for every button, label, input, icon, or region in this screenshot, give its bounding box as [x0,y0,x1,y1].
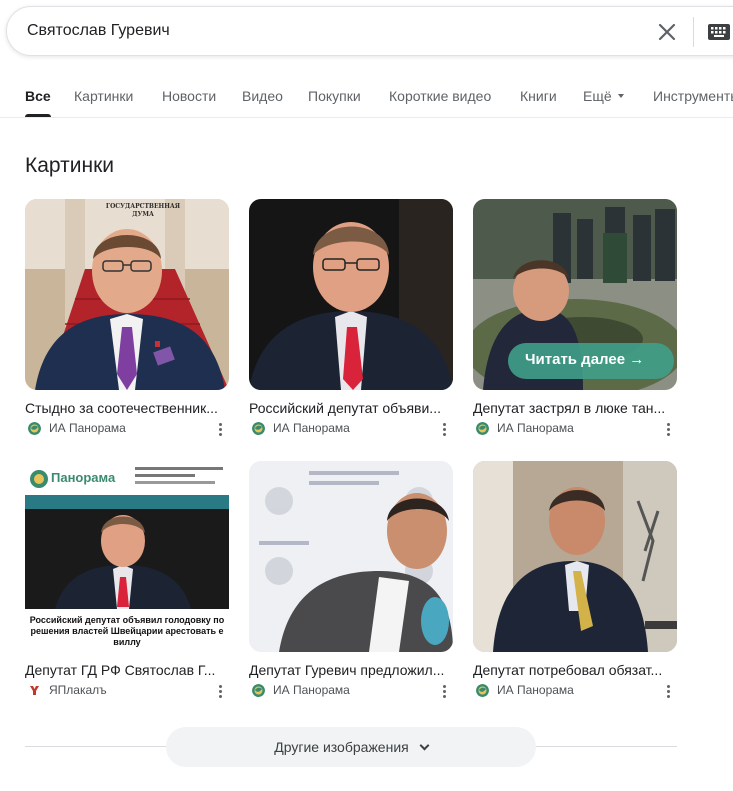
panorama-globe-icon [28,422,41,435]
tab-all[interactable]: Все [25,88,51,104]
tab-images[interactable]: Картинки [74,88,133,104]
panorama-brand: Панорама [51,470,116,485]
image-result-card[interactable]: Депутат Гуревич предложил... ИА Панорама [249,461,453,699]
close-icon[interactable] [655,20,679,44]
chevron-down-icon [419,740,430,751]
more-options-icon[interactable] [664,421,672,437]
panorama-globe-icon [252,422,265,435]
search-input[interactable]: Святослав Гуревич [27,22,170,40]
source-name[interactable]: ИА Панорама [497,683,574,697]
image-caption[interactable]: Стыдно за соотечественник... [25,400,225,416]
panorama-globe-icon [252,684,265,697]
overlay-headline: Российский депутат объявил голодовку по … [29,615,225,647]
search-divider [693,17,694,47]
overlay-line-2: ДУМА [132,211,154,218]
source-name[interactable]: ИА Панорама [49,421,126,435]
images-section-title: Картинки [25,154,114,177]
image-overlay-text: ГОСУДАРСТВЕННАЯ ДУМА [103,203,183,219]
panorama-globe-icon [476,684,489,697]
tab-video[interactable]: Видео [242,88,283,104]
source-name[interactable]: ИА Панорама [273,683,350,697]
tab-more[interactable]: Ещё [583,88,624,104]
image-caption[interactable]: Депутат застрял в люке тан... [473,400,673,416]
image-thumbnail[interactable] [249,461,453,652]
source-name[interactable]: ИА Панорама [497,421,574,435]
tab-tools[interactable]: Инструменты [653,88,733,104]
read-more-overlay: Читать далее → [525,351,645,368]
image-caption[interactable]: Депутат Гуревич предложил... [249,662,449,678]
image-caption[interactable]: Российский депутат объяви... [249,400,449,416]
image-result-card[interactable]: Российский депутат объяви... ИА Панорама [249,199,453,437]
image-result-card[interactable]: ГОСУДАРСТВЕННАЯ ДУМА Стыдно за соотечест… [25,199,229,437]
panorama-globe-icon [476,422,489,435]
image-source-row: ИА Панорама [473,683,677,699]
more-options-icon[interactable] [440,683,448,699]
more-images-button[interactable]: Другие изображения [166,727,536,767]
more-options-icon[interactable] [216,421,224,437]
image-caption[interactable]: Депутат ГД РФ Святослав Г... [25,662,225,678]
keyboard-icon[interactable] [707,21,731,43]
image-thumbnail[interactable] [473,461,677,652]
image-source-row: ИА Панорама [249,421,453,437]
yaplakal-icon [28,684,41,697]
image-source-row: ЯПлакалъ [25,683,229,699]
image-result-card[interactable]: Панорама Российский депутат объявил голо… [25,461,229,699]
tab-shopping[interactable]: Покупки [308,88,361,104]
tab-more-label: Ещё [583,88,612,104]
search-bar[interactable]: Святослав Гуревич [6,6,733,56]
image-thumbnail[interactable]: ГОСУДАРСТВЕННАЯ ДУМА [25,199,229,390]
more-options-icon[interactable] [440,421,448,437]
source-name[interactable]: ИА Панорама [273,421,350,435]
source-name[interactable]: ЯПлакалъ [49,683,107,697]
image-source-row: ИА Панорама [25,421,229,437]
tab-books[interactable]: Книги [520,88,557,104]
more-images-label: Другие изображения [274,739,409,755]
image-thumbnail[interactable]: Панорама Российский депутат объявил голо… [25,461,229,652]
tab-news[interactable]: Новости [162,88,216,104]
image-source-row: ИА Панорама [249,683,453,699]
more-options-icon[interactable] [664,683,672,699]
image-thumbnail[interactable] [249,199,453,390]
image-thumbnail[interactable]: Читать далее → [473,199,677,390]
active-tab-indicator [25,114,51,117]
more-options-icon[interactable] [216,683,224,699]
overlay-line-1: ГОСУДАРСТВЕННАЯ [105,203,181,210]
caret-down-icon [617,94,624,98]
image-source-row: ИА Панорама [473,421,677,437]
search-tabs: Все Картинки Новости Видео Покупки Корот… [0,80,733,118]
image-caption[interactable]: Депутат потребовал обязат... [473,662,673,678]
image-result-card[interactable]: Депутат потребовал обязат... ИА Панорама [473,461,677,699]
image-result-card[interactable]: Читать далее → Депутат застрял в люке та… [473,199,677,437]
tab-short-videos[interactable]: Короткие видео [389,88,491,104]
